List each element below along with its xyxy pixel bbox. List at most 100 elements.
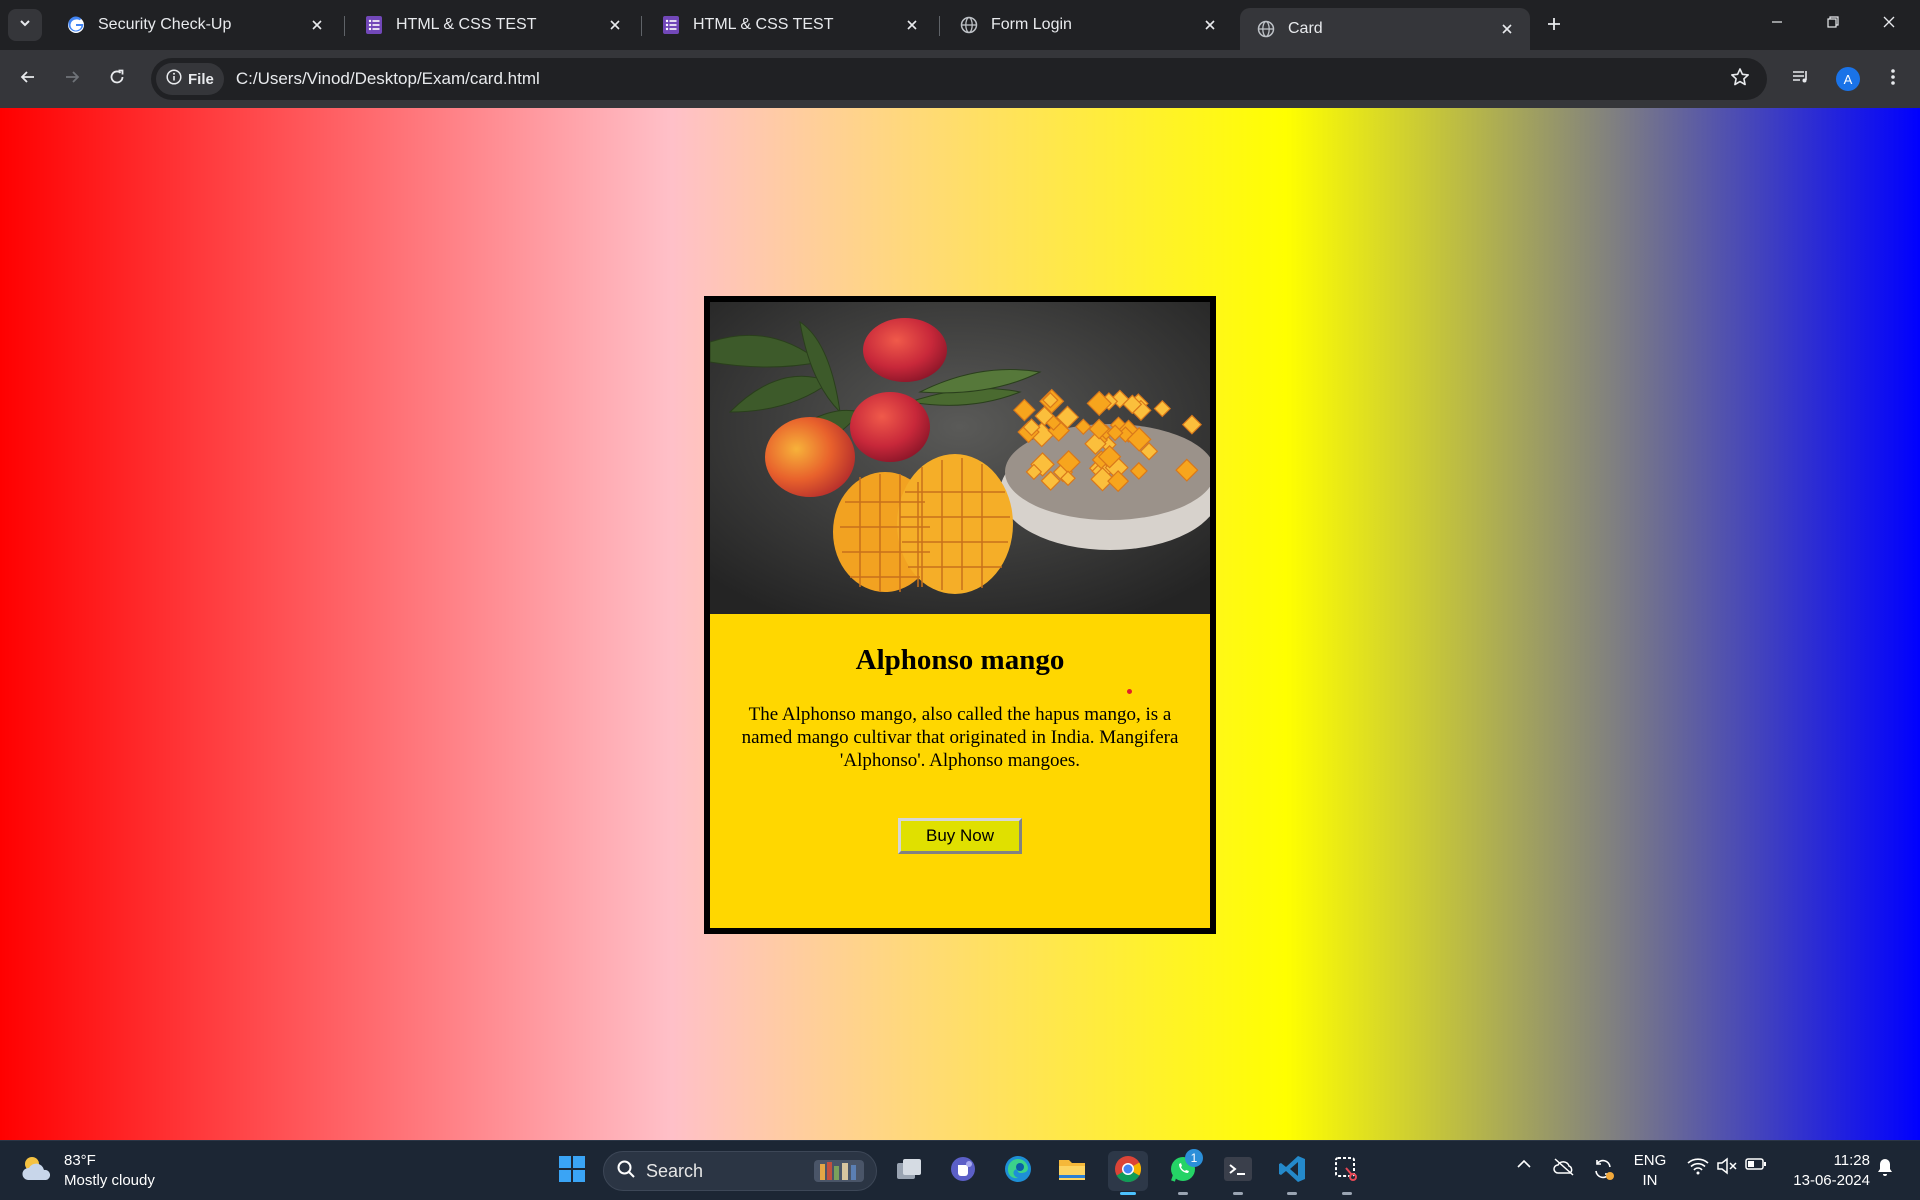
- volume-button[interactable]: [1714, 1157, 1740, 1180]
- whatsapp-button[interactable]: 1: [1163, 1149, 1203, 1195]
- reload-button[interactable]: [101, 63, 133, 95]
- close-icon: [1882, 15, 1896, 34]
- bookmark-button[interactable]: [1727, 66, 1753, 92]
- profile-button[interactable]: A: [1832, 63, 1864, 95]
- weather-widget[interactable]: 83°F Mostly cloudy: [20, 1151, 155, 1191]
- browser-menu-button[interactable]: [1877, 63, 1909, 95]
- mouse-pointer: [1127, 689, 1132, 694]
- chevron-down-icon: [18, 16, 32, 35]
- tab-separator: [939, 16, 940, 36]
- chevron-up-icon: [1516, 1157, 1532, 1175]
- vscode-icon: [1277, 1154, 1307, 1189]
- close-icon[interactable]: [1496, 18, 1518, 40]
- notifications-button[interactable]: [1872, 1157, 1898, 1182]
- cloud-off-icon: [1552, 1157, 1576, 1182]
- arrow-right-icon: [63, 68, 81, 91]
- terminal-icon: [1223, 1156, 1253, 1187]
- clock[interactable]: 11:28 13-06-2024: [1780, 1151, 1870, 1191]
- buy-now-button[interactable]: Buy Now: [898, 818, 1022, 854]
- language-label: ENG: [1633, 1152, 1667, 1169]
- close-window-button[interactable]: [1866, 8, 1912, 40]
- tab-html-css-test-2[interactable]: HTML & CSS TEST: [645, 6, 935, 44]
- minimize-icon: [1770, 15, 1784, 34]
- close-icon[interactable]: [1199, 14, 1221, 36]
- avatar: A: [1836, 67, 1860, 91]
- product-card: Alphonso mango The Alphonso mango, also …: [704, 296, 1216, 934]
- sync-status-button[interactable]: [1590, 1157, 1616, 1186]
- notification-badge: 1: [1185, 1149, 1203, 1167]
- restore-icon: [1826, 15, 1840, 34]
- file-explorer-button[interactable]: [1052, 1151, 1092, 1191]
- onedrive-button[interactable]: [1551, 1157, 1577, 1182]
- tab-title: Security Check-Up: [98, 16, 232, 33]
- battery-icon: [1745, 1157, 1767, 1176]
- volume-muted-icon: [1716, 1157, 1738, 1180]
- address-bar[interactable]: File C:/Users/Vinod/Desktop/Exam/card.ht…: [151, 58, 1767, 100]
- tab-search-button[interactable]: [8, 9, 42, 41]
- wifi-icon: [1687, 1157, 1709, 1180]
- globe-icon: [1256, 19, 1276, 39]
- taskbar-search[interactable]: Search: [603, 1151, 877, 1191]
- card-title: Alphonso mango: [855, 644, 1065, 676]
- mango-image: [710, 302, 1210, 614]
- reload-icon: [108, 68, 126, 91]
- task-view-button[interactable]: [889, 1151, 929, 1191]
- vscode-button[interactable]: [1272, 1151, 1312, 1195]
- bell-icon: [1876, 1157, 1894, 1182]
- url-text[interactable]: C:/Users/Vinod/Desktop/Exam/card.html: [236, 69, 540, 89]
- page-viewport: Alphonso mango The Alphonso mango, also …: [0, 108, 1920, 1140]
- tab-form-login[interactable]: Form Login: [943, 6, 1233, 44]
- tab-html-css-test-1[interactable]: HTML & CSS TEST: [348, 6, 638, 44]
- minimize-button[interactable]: [1754, 8, 1800, 40]
- input-language-button[interactable]: ENG IN: [1632, 1151, 1668, 1191]
- close-icon[interactable]: [306, 14, 328, 36]
- close-icon[interactable]: [604, 14, 626, 36]
- teams-chat-button[interactable]: [943, 1151, 983, 1191]
- battery-button[interactable]: [1743, 1157, 1769, 1176]
- forward-button[interactable]: [56, 63, 88, 95]
- globe-icon: [959, 15, 979, 35]
- restore-button[interactable]: [1810, 8, 1856, 40]
- media-queue-icon: [1791, 68, 1811, 91]
- clock-date: 13-06-2024: [1793, 1172, 1870, 1189]
- close-icon[interactable]: [901, 14, 923, 36]
- site-info-chip[interactable]: File: [156, 63, 224, 95]
- search-label: Search: [646, 1160, 704, 1181]
- weather-temperature: 83°F: [64, 1152, 96, 1169]
- google-icon: [66, 15, 86, 35]
- start-button[interactable]: [552, 1151, 592, 1191]
- tab-title: Form Login: [991, 16, 1072, 33]
- snipping-tool-icon: [1332, 1154, 1362, 1189]
- info-icon: [166, 69, 182, 89]
- tab-card[interactable]: Card: [1240, 8, 1530, 50]
- show-hidden-icons-button[interactable]: [1514, 1157, 1534, 1175]
- plus-icon: [1546, 16, 1562, 37]
- chrome-button[interactable]: [1108, 1151, 1148, 1195]
- star-icon: [1730, 67, 1750, 92]
- search-icon: [616, 1159, 636, 1184]
- edge-icon: [1003, 1154, 1033, 1189]
- weather-condition: Mostly cloudy: [64, 1172, 155, 1189]
- sync-icon: [1591, 1157, 1615, 1186]
- network-button[interactable]: [1684, 1157, 1712, 1180]
- back-button[interactable]: [12, 63, 44, 95]
- site-info-label: File: [188, 70, 214, 88]
- card-description: The Alphonso mango, also called the hapu…: [741, 704, 1179, 771]
- tab-title: HTML & CSS TEST: [396, 16, 537, 33]
- snipping-tool-button[interactable]: [1327, 1151, 1367, 1195]
- edge-button[interactable]: [998, 1151, 1038, 1191]
- new-tab-button[interactable]: [1540, 12, 1568, 40]
- folder-icon: [1057, 1156, 1087, 1187]
- card-body: Alphonso mango The Alphonso mango, also …: [710, 644, 1210, 854]
- tab-security-checkup[interactable]: Security Check-Up: [50, 6, 340, 44]
- chrome-icon: [1113, 1154, 1143, 1189]
- search-highlight-icon: [812, 1154, 866, 1189]
- partly-cloudy-icon: [20, 1154, 54, 1189]
- media-controls-button[interactable]: [1785, 63, 1817, 95]
- tab-strip: Security Check-Up HTML & CSS TEST HTML &…: [0, 0, 1920, 50]
- teams-icon: [949, 1155, 977, 1188]
- windows-icon: [558, 1155, 586, 1188]
- task-view-icon: [895, 1156, 923, 1187]
- tab-title: Card: [1288, 20, 1323, 37]
- terminal-button[interactable]: [1218, 1151, 1258, 1195]
